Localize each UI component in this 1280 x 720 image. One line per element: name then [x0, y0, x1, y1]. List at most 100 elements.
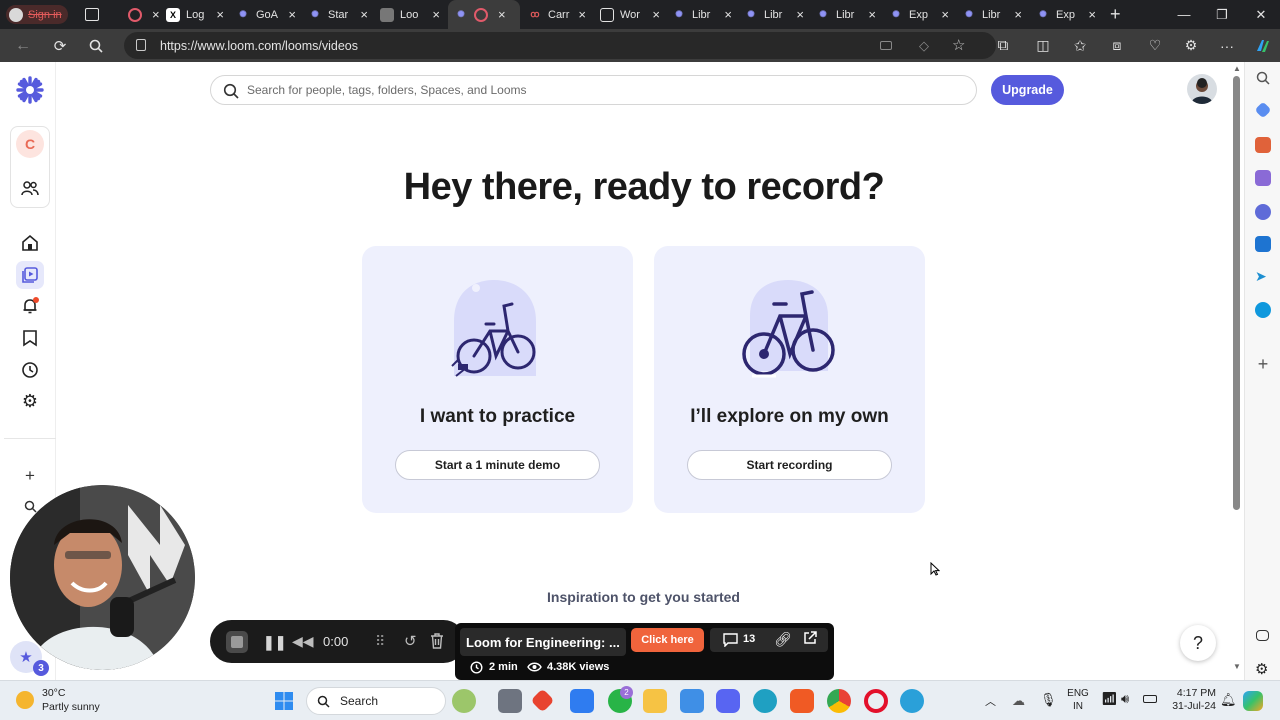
- close-tab-icon[interactable]: ×: [652, 7, 660, 22]
- refresh-icon[interactable]: ⟳: [45, 29, 75, 62]
- outlook-icon[interactable]: [1255, 236, 1271, 252]
- weather-widget[interactable]: 30°C Partly sunny: [14, 687, 124, 715]
- page-scrollbar[interactable]: ▲ ▼: [1230, 62, 1244, 680]
- close-tab-icon[interactable]: ×: [432, 7, 440, 22]
- loom-logo-icon[interactable]: [16, 76, 44, 104]
- scroll-down-arrow-icon[interactable]: ▼: [1233, 662, 1241, 671]
- browser-tab[interactable]: X Log ×: [160, 0, 230, 29]
- browser-tab[interactable]: ✺ Libr ×: [956, 0, 1028, 29]
- click-here-button[interactable]: Click here: [631, 628, 704, 652]
- search-input[interactable]: Search for people, tags, folders, Spaces…: [210, 75, 977, 105]
- camera-icon[interactable]: [880, 41, 892, 50]
- history-clock-icon[interactable]: [16, 356, 44, 384]
- close-tab-icon[interactable]: ×: [288, 7, 296, 22]
- tag-icon[interactable]: ◇: [919, 38, 929, 54]
- pause-icon[interactable]: ❚❚: [263, 634, 286, 651]
- add-sidebar-app-icon[interactable]: +: [1255, 355, 1271, 373]
- upgrade-button[interactable]: Upgrade: [991, 75, 1064, 105]
- microsoft-365-icon[interactable]: [1255, 204, 1271, 220]
- browser-tab[interactable]: ×: [122, 0, 160, 29]
- extensions-icon[interactable]: ⧉: [988, 29, 1018, 62]
- copilot-taskbar-icon[interactable]: [1243, 691, 1263, 711]
- start-demo-button[interactable]: Start a 1 minute demo: [395, 450, 600, 480]
- back-icon[interactable]: ←: [8, 29, 38, 62]
- taskbar-search-box[interactable]: Search: [306, 687, 446, 715]
- close-tab-icon[interactable]: ×: [724, 7, 732, 22]
- close-tab-icon[interactable]: ×: [360, 7, 368, 22]
- microsoft-store-icon[interactable]: [680, 689, 704, 713]
- members-icon[interactable]: [16, 174, 44, 202]
- notifications-icon[interactable]: [16, 292, 44, 320]
- browser-tab[interactable]: Loo ×: [374, 0, 446, 29]
- close-tab-icon[interactable]: ×: [1088, 7, 1096, 22]
- browser-essentials-icon[interactable]: ♡: [1140, 29, 1170, 62]
- close-tab-icon[interactable]: ×: [1014, 7, 1022, 22]
- chrome-browser-icon[interactable]: [827, 689, 851, 713]
- close-tab-icon[interactable]: ×: [796, 7, 804, 22]
- help-button[interactable]: ?: [1180, 625, 1216, 661]
- onedrive-icon[interactable]: ☁: [1012, 693, 1025, 709]
- telegram-send-icon[interactable]: ➤: [1255, 268, 1271, 284]
- favorite-star-icon[interactable]: ☆: [952, 36, 965, 54]
- start-recording-button[interactable]: Start recording: [687, 450, 892, 480]
- browser-tab[interactable]: ✺ Star ×: [302, 0, 374, 29]
- explore-card[interactable]: I’ll explore on my own Start recording: [654, 246, 925, 513]
- edge-browser-icon[interactable]: [753, 689, 777, 713]
- browser-tab-active[interactable]: ✺ ×: [448, 0, 520, 29]
- task-view-icon[interactable]: [498, 689, 522, 713]
- wifi-icon[interactable]: 📶︎: [1101, 691, 1118, 707]
- watch-later-icon[interactable]: [16, 324, 44, 352]
- close-tab-icon[interactable]: ×: [498, 7, 506, 22]
- tools-icon[interactable]: [1255, 137, 1271, 153]
- file-explorer-icon[interactable]: [643, 689, 667, 713]
- open-external-icon[interactable]: [803, 631, 817, 645]
- new-tab-icon[interactable]: +: [1110, 4, 1121, 25]
- battery-icon[interactable]: [1143, 695, 1157, 703]
- scrollbar-thumb[interactable]: [1233, 76, 1240, 510]
- workspace-avatar[interactable]: C: [16, 130, 44, 158]
- profile-button[interactable]: Sign in: [6, 5, 68, 24]
- add-space-icon[interactable]: +: [16, 462, 44, 490]
- minimize-icon[interactable]: —: [1165, 0, 1203, 29]
- browser-tab[interactable]: Wor ×: [594, 0, 666, 29]
- address-bar[interactable]: https://www.loom.com/looms/videos ◇ ☆: [124, 32, 996, 59]
- search-highlight-icon[interactable]: [452, 689, 476, 713]
- language-indicator[interactable]: ENG IN: [1066, 687, 1090, 713]
- shopping-tag-icon[interactable]: [1254, 101, 1272, 119]
- close-window-icon[interactable]: ✕: [1242, 0, 1280, 29]
- browser-tab[interactable]: ꝏ Carr ×: [522, 0, 592, 29]
- microphone-icon[interactable]: 🎙︎: [1040, 692, 1057, 708]
- volume-icon[interactable]: 🔊︎: [1121, 691, 1129, 707]
- scroll-up-arrow-icon[interactable]: ▲: [1233, 64, 1241, 73]
- sidebar-search-icon[interactable]: [1255, 70, 1271, 86]
- app-diamond-icon[interactable]: [530, 688, 555, 713]
- restart-icon[interactable]: ↺: [404, 632, 417, 650]
- opera-browser-icon[interactable]: [864, 689, 888, 713]
- close-tab-icon[interactable]: ×: [868, 7, 876, 22]
- close-tab-icon[interactable]: ×: [152, 7, 160, 22]
- discord-icon[interactable]: [716, 689, 740, 713]
- delete-icon[interactable]: [430, 633, 444, 649]
- browser-tab[interactable]: ✺ GoA ×: [230, 0, 302, 29]
- close-tab-icon[interactable]: ×: [216, 7, 224, 22]
- rewind-icon[interactable]: ◀◀: [292, 633, 314, 650]
- dropbox-icon[interactable]: [570, 689, 594, 713]
- skype-icon[interactable]: [1255, 302, 1271, 318]
- tab-actions-icon[interactable]: [85, 8, 99, 21]
- home-icon[interactable]: [16, 229, 44, 257]
- games-icon[interactable]: [1255, 170, 1271, 186]
- settings-gear-icon[interactable]: ⚙: [16, 387, 44, 415]
- notification-bell-icon[interactable]: 🔔︎: [1220, 692, 1237, 708]
- my-library-icon[interactable]: [16, 261, 44, 289]
- copy-link-icon[interactable]: 🔗︎: [774, 631, 792, 648]
- search-icon[interactable]: [81, 29, 111, 62]
- webcam-bubble[interactable]: [10, 485, 195, 670]
- browser-tab[interactable]: ✺ Exp ×: [883, 0, 955, 29]
- copilot-icon[interactable]: [1248, 29, 1278, 62]
- favorites-icon[interactable]: ✩: [1065, 29, 1095, 62]
- browser-tab[interactable]: ✺ Libr ×: [738, 0, 810, 29]
- collections-icon[interactable]: ⧈: [1102, 29, 1132, 62]
- drag-handle-icon[interactable]: ⠿: [375, 633, 385, 650]
- performance-icon[interactable]: ⚙: [1176, 29, 1206, 62]
- close-tab-icon[interactable]: ×: [578, 7, 586, 22]
